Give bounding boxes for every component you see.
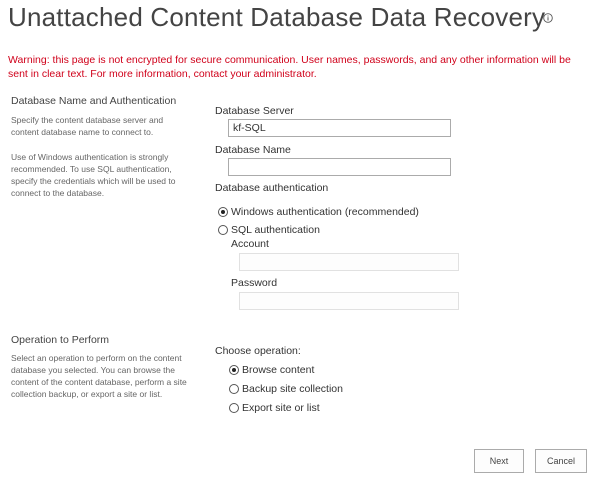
- page-title: Unattached Content Database Data Recover…: [8, 2, 546, 32]
- operation-section-description: Select an operation to perform on the co…: [11, 353, 187, 399]
- operation-section-title: Operation to Perform: [11, 334, 110, 346]
- browse-content-label: Browse content: [242, 364, 315, 376]
- windows-auth-label: Windows authentication (recommended): [231, 206, 419, 218]
- database-authentication-label: Database authentication: [215, 182, 329, 194]
- export-site-or-list-radio[interactable]: [229, 403, 239, 413]
- windows-auth-radio[interactable]: [218, 207, 228, 217]
- password-label: Password: [231, 277, 278, 289]
- database-server-input[interactable]: [228, 119, 451, 137]
- backup-site-collection-option[interactable]: Backup site collection: [229, 383, 343, 395]
- next-button[interactable]: Next: [474, 449, 524, 473]
- backup-site-collection-radio[interactable]: [229, 384, 239, 394]
- sql-auth-option[interactable]: SQL authentication: [218, 224, 320, 236]
- database-server-label: Database Server: [215, 105, 294, 117]
- windows-auth-option[interactable]: Windows authentication (recommended): [218, 206, 419, 218]
- account-input[interactable]: [239, 253, 459, 271]
- security-warning: Warning: this page is not encrypted for …: [8, 54, 571, 80]
- sql-auth-label: SQL authentication: [231, 224, 320, 236]
- cancel-button[interactable]: Cancel: [535, 449, 587, 473]
- database-name-input[interactable]: [228, 158, 451, 176]
- export-site-or-list-option[interactable]: Export site or list: [229, 402, 320, 414]
- database-name-label: Database Name: [215, 144, 291, 156]
- database-section-description: Specify the content database server and …: [11, 115, 164, 137]
- account-label: Account: [231, 238, 269, 250]
- recovery-page: Unattached Content Database Data Recover…: [0, 0, 593, 477]
- database-section-title: Database Name and Authentication: [11, 95, 177, 107]
- authentication-recommendation: Use of Windows authentication is strongl…: [11, 152, 176, 198]
- info-icon[interactable]: [543, 13, 553, 23]
- sql-auth-radio[interactable]: [218, 225, 228, 235]
- browse-content-radio[interactable]: [229, 365, 239, 375]
- choose-operation-label: Choose operation:: [215, 345, 301, 357]
- export-site-or-list-label: Export site or list: [242, 402, 320, 414]
- backup-site-collection-label: Backup site collection: [242, 383, 343, 395]
- password-input[interactable]: [239, 292, 459, 310]
- browse-content-option[interactable]: Browse content: [229, 364, 314, 376]
